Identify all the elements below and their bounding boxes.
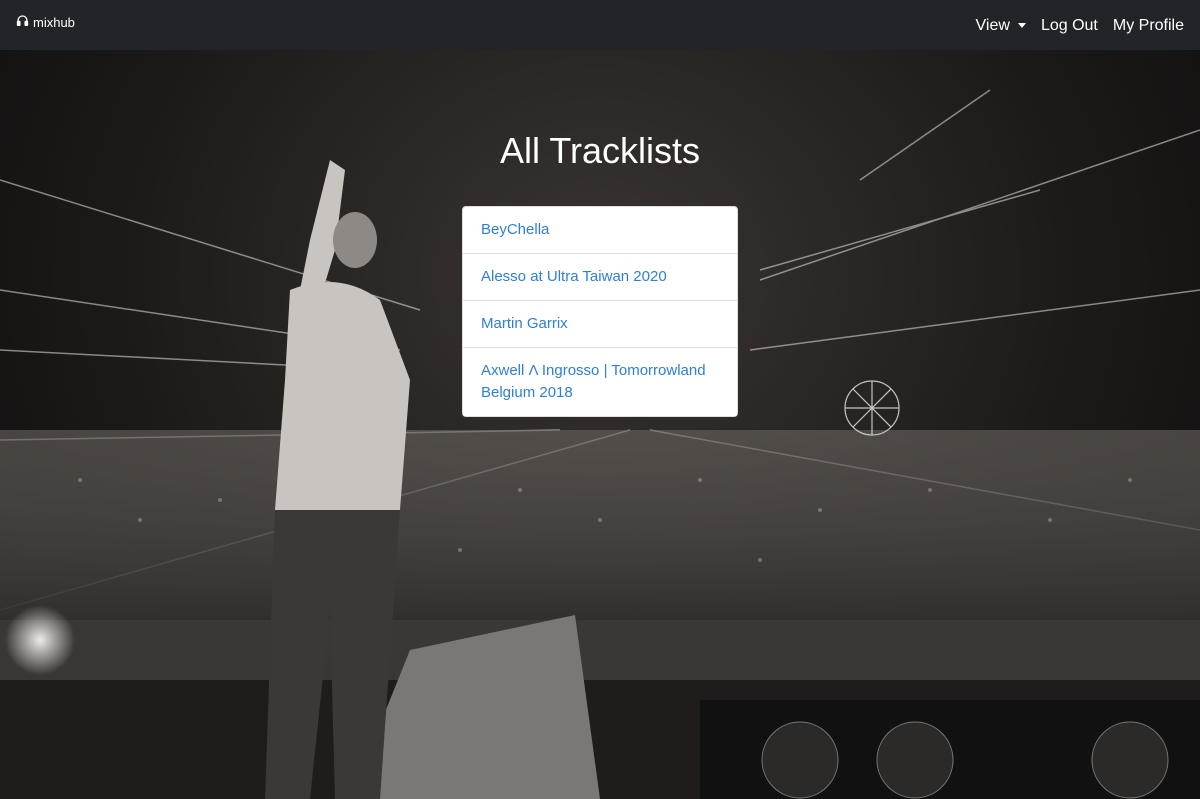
top-navbar: mixhub View Log Out My Profile: [0, 0, 1200, 50]
tracklist-item-beychella[interactable]: BeyChella: [463, 207, 737, 254]
tracklist-item-alesso-ultra-taiwan[interactable]: Alesso at Ultra Taiwan 2020: [463, 254, 737, 301]
brand-name: mixhub: [33, 14, 75, 30]
brand-link[interactable]: mixhub: [16, 14, 75, 30]
view-dropdown-toggle[interactable]: View: [976, 17, 1026, 35]
hero-background: All Tracklists BeyChella Alesso at Ultra…: [0, 50, 1200, 799]
view-label: View: [975, 16, 1010, 34]
tracklist-list: BeyChella Alesso at Ultra Taiwan 2020 Ma…: [462, 206, 738, 417]
nav-links: View Log Out My Profile: [976, 17, 1184, 35]
page-title: All Tracklists: [499, 130, 701, 171]
logout-link[interactable]: Log Out: [1041, 17, 1098, 35]
tracklist-item-martin-garrix[interactable]: Martin Garrix: [463, 301, 737, 348]
headphones-icon: [16, 14, 29, 30]
tracklist-item-axwell-ingrosso[interactable]: Axwell Λ Ingrosso | Tomorrowland Belgium…: [463, 348, 737, 416]
caret-down-icon: [1017, 23, 1026, 28]
my-profile-link[interactable]: My Profile: [1113, 17, 1184, 35]
